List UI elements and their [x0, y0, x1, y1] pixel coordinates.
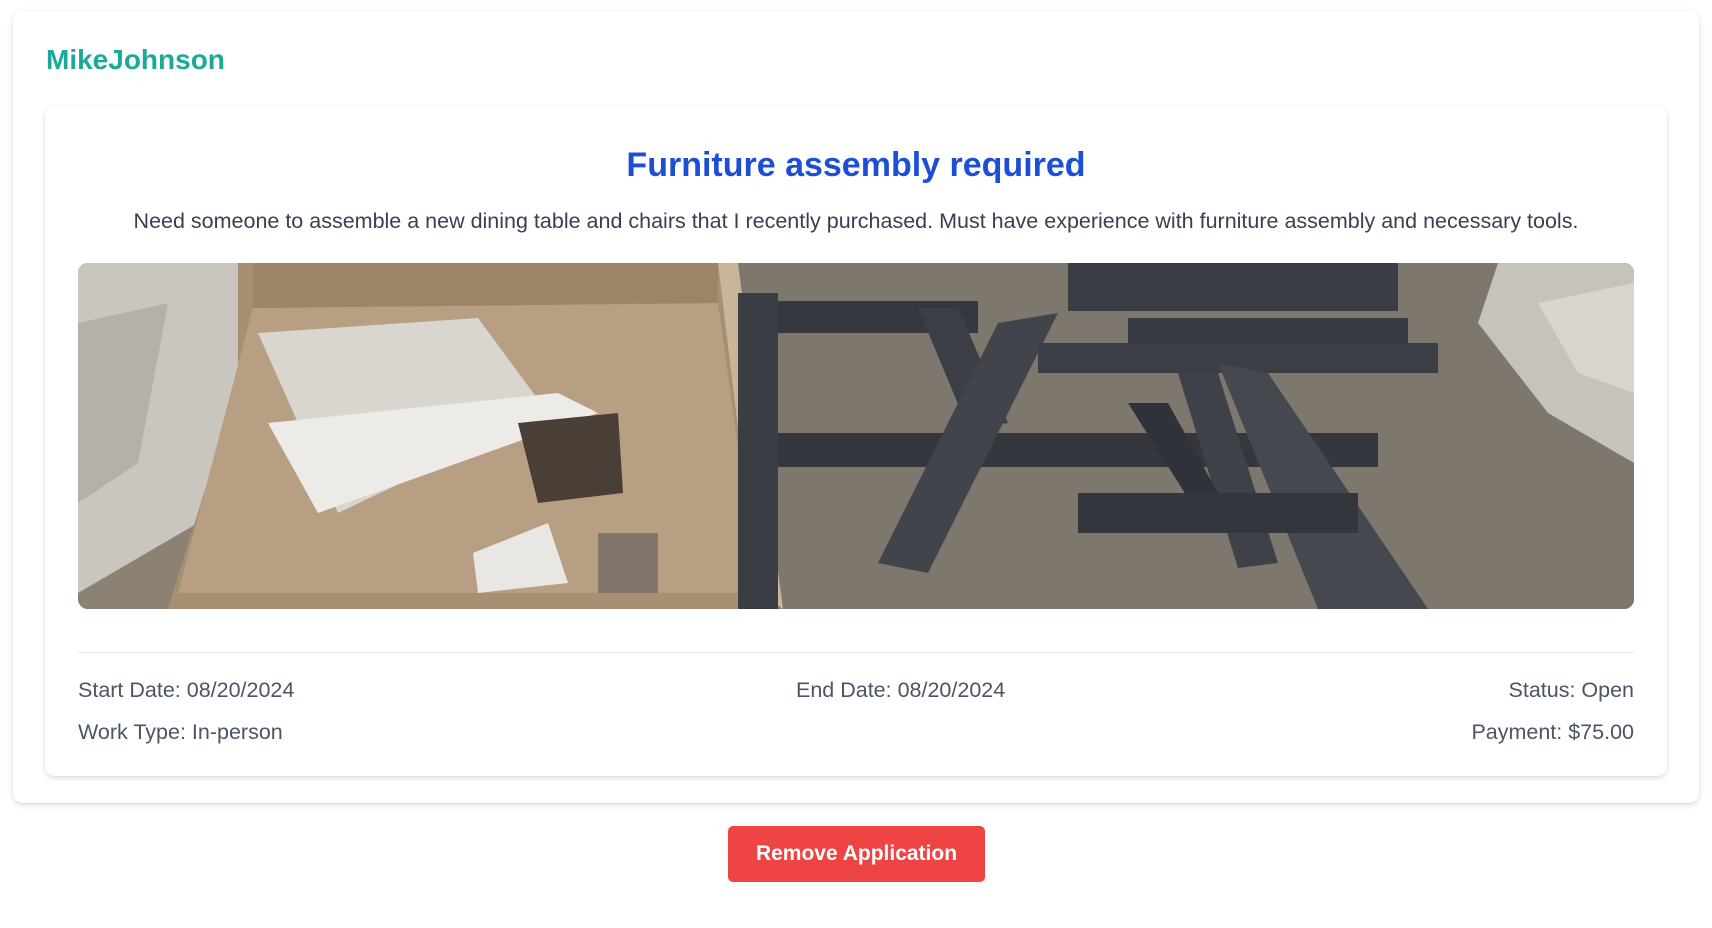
payment: Payment: $75.00	[1471, 720, 1634, 744]
poster-username[interactable]: MikeJohnson	[46, 44, 225, 76]
status: Status: Open	[1508, 678, 1635, 702]
job-card: Furniture assembly required Need someone…	[45, 106, 1667, 776]
job-image	[78, 263, 1634, 609]
furniture-parts-photo	[78, 263, 1634, 609]
start-date: Start Date: 08/20/2024	[78, 678, 295, 702]
remove-application-button[interactable]: Remove Application	[728, 826, 985, 882]
application-card: MikeJohnson Furniture assembly required …	[13, 11, 1699, 803]
job-description: Need someone to assemble a new dining ta…	[133, 209, 1579, 233]
end-date: End Date: 08/20/2024	[796, 678, 1006, 702]
job-title: Furniture assembly required	[626, 146, 1086, 184]
work-type: Work Type: In-person	[78, 720, 283, 744]
details-divider	[78, 652, 1634, 653]
